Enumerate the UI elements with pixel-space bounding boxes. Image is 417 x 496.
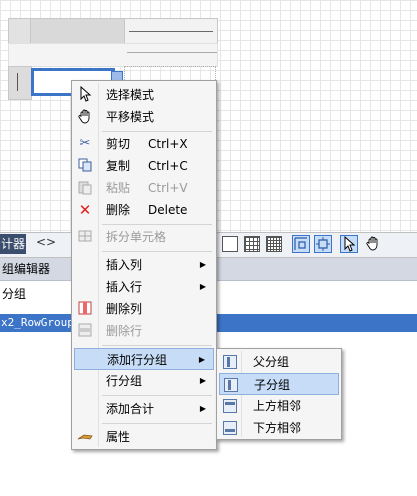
menu-item-pan-mode[interactable]: 平移模式 <box>74 106 214 128</box>
paste-icon <box>76 179 94 197</box>
copy-icon <box>76 157 94 175</box>
submenu-item-child-group[interactable]: 子分组 <box>219 373 339 395</box>
menu-item-copy[interactable]: 复制 Ctrl+C <box>74 155 214 177</box>
submenu-arrow-icon: ▶ <box>199 260 206 269</box>
menu-separator <box>102 224 212 225</box>
grid-large-icon[interactable] <box>266 236 282 252</box>
parent-group-icon <box>221 353 239 371</box>
split-cells-icon <box>76 228 94 246</box>
menu-item-row-group[interactable]: 行分组 ▶ <box>74 370 214 392</box>
code-view-icon[interactable]: <> <box>36 235 56 249</box>
snap-grid-icon[interactable] <box>314 235 332 253</box>
pointer-icon[interactable] <box>340 235 358 253</box>
submenu-arrow-icon: ▶ <box>198 355 205 364</box>
properties-icon <box>76 428 94 446</box>
menu-item-delete-column[interactable]: 删除列 <box>74 298 214 320</box>
menu-item-insert-row[interactable]: 插入行 ▶ <box>74 276 214 298</box>
menu-separator <box>102 345 212 346</box>
pointer-icon <box>76 85 94 104</box>
group-editor-title: 组编辑器 <box>2 262 51 276</box>
submenu-item-adjacent-above[interactable]: 上方相邻 <box>219 395 339 417</box>
menu-item-delete-row[interactable]: 删除行 <box>74 320 214 342</box>
hand-icon <box>76 108 94 126</box>
menu-separator <box>102 395 212 396</box>
snap-lines-icon[interactable] <box>292 235 310 253</box>
menu-item-select-mode[interactable]: 选择模式 <box>74 84 214 106</box>
table-column-handle-2[interactable] <box>124 18 218 44</box>
delete-column-icon <box>76 300 94 318</box>
table-header-row[interactable] <box>8 43 218 67</box>
menu-item-delete[interactable]: ✕ 删除 Delete <box>74 199 214 221</box>
menu-separator <box>102 251 212 252</box>
menu-item-add-row-group[interactable]: 添加行分组 ▶ <box>74 348 214 370</box>
adjacent-above-icon <box>221 397 239 415</box>
submenu-arrow-icon: ▶ <box>199 376 206 385</box>
submenu-arrow-icon: ▶ <box>199 404 206 413</box>
row-groups-label: 分组 <box>2 287 27 301</box>
menu-item-add-total[interactable]: 添加合计 ▶ <box>74 398 214 420</box>
table-corner-handle[interactable] <box>8 18 32 44</box>
grid-small-icon[interactable] <box>244 236 260 252</box>
submenu-item-adjacent-below[interactable]: 下方相邻 <box>219 417 339 439</box>
context-menu: 选择模式 平移模式 ✂ 剪切 Ctrl+X 复制 Ctrl+C 粘贴 Ctrl+… <box>71 80 217 450</box>
designer-tab[interactable]: 计器 <box>0 234 26 254</box>
adjacent-below-icon <box>221 419 239 437</box>
delete-x-icon: ✕ <box>78 201 92 219</box>
hand-icon[interactable] <box>364 235 382 253</box>
box-icon[interactable] <box>222 236 238 252</box>
table-column-handle[interactable] <box>30 18 126 44</box>
menu-item-insert-column[interactable]: 插入列 ▶ <box>74 254 214 276</box>
child-group-icon <box>222 376 240 394</box>
table-row-handle[interactable] <box>8 66 32 100</box>
menu-separator <box>102 131 212 132</box>
submenu-item-parent-group[interactable]: 父分组 <box>219 351 339 373</box>
row-group-name: x2_RowGroup1 <box>1 316 81 329</box>
delete-row-icon <box>76 322 94 340</box>
menu-item-paste[interactable]: 粘贴 Ctrl+V <box>74 177 214 199</box>
menu-item-split-cells[interactable]: 拆分单元格 <box>74 226 214 248</box>
menu-separator <box>102 423 212 424</box>
add-row-group-submenu: 父分组 子分组 上方相邻 下方相邻 <box>216 348 342 440</box>
menu-item-properties[interactable]: 属性 <box>74 426 214 448</box>
menu-item-cut[interactable]: ✂ 剪切 Ctrl+X <box>74 133 214 155</box>
scissors-icon: ✂ <box>79 136 91 151</box>
submenu-arrow-icon: ▶ <box>199 282 206 291</box>
